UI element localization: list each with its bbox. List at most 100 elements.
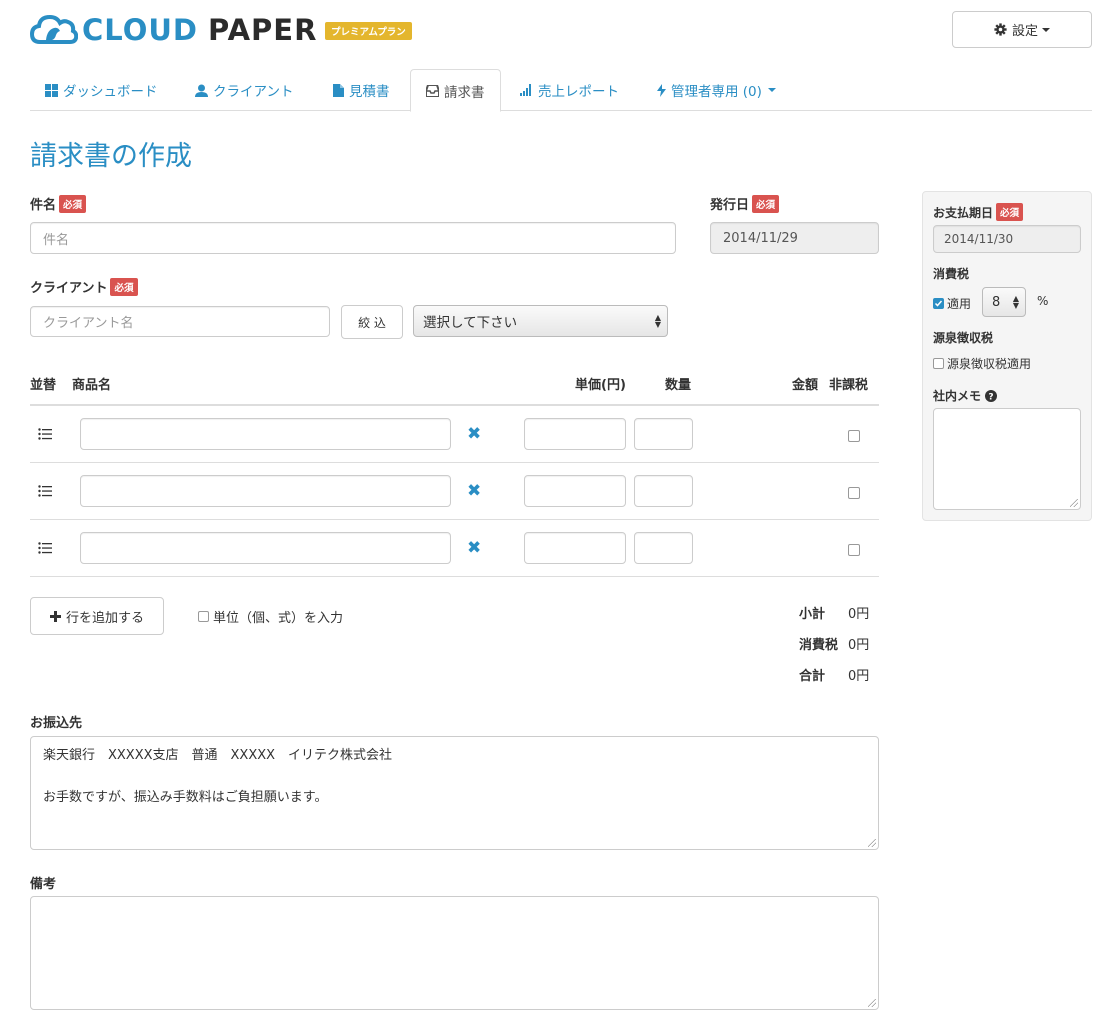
tax-apply-option[interactable]: 適用 bbox=[933, 295, 971, 312]
grand-total-label: 合計 bbox=[799, 669, 826, 684]
svg-text:?: ? bbox=[988, 392, 993, 402]
filter-button[interactable]: 絞 込 bbox=[341, 305, 403, 339]
logo-text-cloud: CLOUD bbox=[82, 13, 199, 47]
sort-handle-icon[interactable] bbox=[38, 542, 52, 554]
table-header-divider bbox=[30, 404, 879, 406]
withholding-checkbox[interactable] bbox=[933, 358, 944, 369]
logo-text-paper: PAPER bbox=[208, 13, 318, 47]
select-arrows-icon: ▲ ▼ bbox=[654, 313, 661, 329]
unit-price-input[interactable] bbox=[524, 532, 626, 564]
page-title: 請求書の作成 bbox=[30, 141, 192, 172]
col-sort: 並替 bbox=[30, 378, 57, 393]
quantity-input[interactable] bbox=[634, 418, 693, 450]
bank-line-1: 楽天銀行 XXXXX支店 普通 XXXXX イリテク株式会社 bbox=[43, 748, 393, 763]
due-date-label: お支払期日 必須 bbox=[933, 203, 1024, 221]
tab-label: ダッシュボード bbox=[63, 84, 158, 100]
due-date-label-text: お支払期日 bbox=[933, 205, 994, 220]
subject-input[interactable]: 件名 bbox=[30, 222, 676, 254]
logo[interactable]: CLOUD PAPER bbox=[30, 12, 317, 48]
tax-total-value: 0円 bbox=[848, 638, 870, 653]
settings-button[interactable]: 設定 bbox=[952, 11, 1092, 48]
tax-exempt-checkbox[interactable] bbox=[848, 487, 860, 499]
tab-label: 管理者専用 (0) bbox=[671, 84, 762, 100]
signal-icon bbox=[520, 84, 531, 96]
resize-handle-icon[interactable] bbox=[1070, 499, 1078, 507]
client-select[interactable]: 選択して下さい ▲ ▼ bbox=[413, 305, 668, 337]
withholding-apply-label: 源泉徴収税適用 bbox=[947, 357, 1032, 371]
col-unit-price: 単価(円) bbox=[575, 378, 626, 393]
settings-label: 設定 bbox=[1011, 24, 1038, 39]
quantity-input[interactable] bbox=[634, 475, 693, 507]
product-name-input[interactable] bbox=[80, 418, 451, 450]
bank-textarea[interactable]: 楽天銀行 XXXXX支店 普通 XXXXX イリテク株式会社 お手数ですが、振込… bbox=[30, 736, 879, 850]
tab-label: 売上レポート bbox=[538, 84, 619, 100]
col-tax-exempt: 非課税 bbox=[829, 378, 869, 393]
client-name-input[interactable]: クライアント名 bbox=[30, 306, 330, 337]
product-name-input[interactable] bbox=[80, 532, 451, 564]
help-icon[interactable]: ? bbox=[985, 389, 998, 402]
row-divider bbox=[30, 519, 879, 520]
due-date-input[interactable]: 2014/11/30 bbox=[933, 225, 1081, 253]
required-badge: 必須 bbox=[752, 194, 780, 213]
client-select-value: 選択して下さい bbox=[423, 315, 518, 331]
withholding-label: 源泉徴収税 bbox=[933, 331, 994, 345]
quantity-input[interactable] bbox=[634, 532, 693, 564]
required-badge: 必須 bbox=[996, 203, 1024, 221]
tab-estimates[interactable]: 見積書 bbox=[318, 69, 405, 111]
client-label-text: クライアント bbox=[30, 281, 108, 296]
tax-rate-select[interactable]: 8 ▲ ▼ bbox=[982, 287, 1026, 317]
subject-label: 件名 必須 bbox=[30, 194, 87, 213]
unit-input-checkbox[interactable] bbox=[198, 611, 209, 622]
tab-label: 請求書 bbox=[444, 84, 485, 101]
col-product: 商品名 bbox=[72, 378, 112, 393]
remove-row-icon[interactable]: ✖ bbox=[467, 481, 481, 501]
withholding-option[interactable]: 源泉徴収税適用 bbox=[933, 355, 1031, 372]
add-row-button[interactable]: 行を追加する bbox=[30, 597, 164, 635]
tax-exempt-checkbox[interactable] bbox=[848, 544, 860, 556]
resize-handle-icon[interactable] bbox=[868, 999, 876, 1007]
memo-textarea[interactable] bbox=[933, 408, 1081, 510]
inbox-icon bbox=[426, 84, 439, 97]
client-label: クライアント 必須 bbox=[30, 277, 138, 296]
sort-handle-icon[interactable] bbox=[38, 485, 52, 497]
add-row-label: 行を追加する bbox=[65, 610, 144, 626]
tab-label: 見積書 bbox=[349, 84, 390, 100]
unit-input-label: 単位（個、式）を入力 bbox=[213, 611, 344, 626]
tab-invoices[interactable]: 請求書 bbox=[410, 69, 501, 112]
remove-row-icon[interactable]: ✖ bbox=[467, 538, 481, 558]
remove-row-icon[interactable]: ✖ bbox=[467, 424, 481, 444]
plus-icon bbox=[49, 610, 61, 622]
bank-label: お振込先 bbox=[30, 716, 83, 731]
tax-total-label: 消費税 bbox=[799, 638, 839, 653]
subtotal-label: 小計 bbox=[799, 607, 826, 622]
grand-total-value: 0円 bbox=[848, 669, 870, 684]
side-tax-label: 消費税 bbox=[933, 267, 970, 281]
row-divider bbox=[30, 462, 879, 463]
sort-handle-icon[interactable] bbox=[38, 428, 52, 440]
main-tabs: ダッシュボード クライアント 見積書 請求書 売上レポート 管理者専用 (0) bbox=[30, 69, 1092, 112]
tab-label: クライアント bbox=[213, 84, 294, 100]
product-name-input[interactable] bbox=[80, 475, 451, 507]
required-badge: 必須 bbox=[110, 277, 138, 296]
notes-textarea[interactable] bbox=[30, 896, 879, 1010]
tab-clients[interactable]: クライアント bbox=[180, 69, 308, 111]
col-quantity: 数量 bbox=[665, 378, 692, 393]
tax-apply-label: 適用 bbox=[947, 297, 972, 311]
tax-exempt-checkbox[interactable] bbox=[848, 430, 860, 442]
row-divider bbox=[30, 576, 879, 577]
notes-label: 備考 bbox=[30, 877, 57, 892]
tab-admin[interactable]: 管理者専用 (0) bbox=[642, 69, 791, 111]
issue-date-label-text: 発行日 bbox=[710, 198, 750, 213]
memo-label-text: 社内メモ bbox=[933, 389, 982, 403]
chevron-down-icon bbox=[767, 88, 776, 92]
issue-date-input[interactable]: 2014/11/29 bbox=[710, 222, 879, 254]
unit-input-option[interactable]: 単位（個、式）を入力 bbox=[198, 607, 343, 626]
resize-handle-icon[interactable] bbox=[868, 839, 876, 847]
bank-line-2: お手数ですが、振込み手数料はご負担願います。 bbox=[43, 790, 328, 805]
tax-apply-checkbox[interactable] bbox=[933, 298, 944, 309]
tab-sales-report[interactable]: 売上レポート bbox=[505, 69, 634, 111]
tab-dashboard[interactable]: ダッシュボード bbox=[30, 69, 173, 111]
unit-price-input[interactable] bbox=[524, 475, 626, 507]
col-amount: 金額 bbox=[792, 378, 819, 393]
unit-price-input[interactable] bbox=[524, 418, 626, 450]
